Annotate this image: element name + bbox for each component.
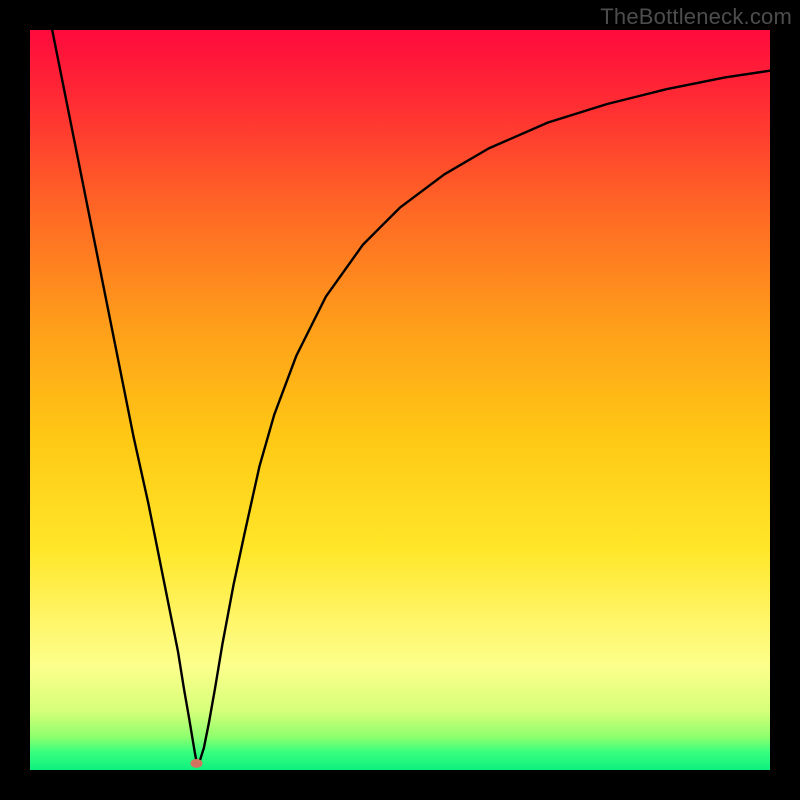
plot-frame <box>30 30 770 770</box>
gradient-background <box>30 30 770 770</box>
watermark-text: TheBottleneck.com <box>600 4 792 30</box>
optimal-point-marker <box>191 759 203 768</box>
bottleneck-chart <box>30 30 770 770</box>
